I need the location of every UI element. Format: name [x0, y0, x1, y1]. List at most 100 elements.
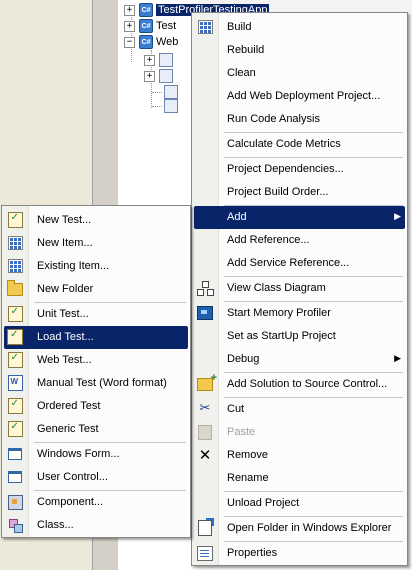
menu-item-label: Component... [37, 496, 104, 508]
expand-plus-icon[interactable]: + [144, 54, 155, 66]
paste-icon [197, 424, 213, 440]
menu-item-run-code-analysis[interactable]: Run Code Analysis [194, 108, 405, 131]
menu-item-project-dependencies[interactable]: Project Dependencies... [194, 158, 405, 181]
submenu-item-new-item[interactable]: New Item... [4, 232, 188, 255]
submenu-item-ordered-test[interactable]: Ordered Test [4, 395, 188, 418]
project-icon: C# [139, 35, 153, 49]
menu-item-start-memory-profiler[interactable]: Start Memory Profiler [194, 302, 405, 325]
submenu-item-user-control[interactable]: User Control... [4, 466, 188, 489]
menu-item-label: Debug [227, 353, 260, 365]
project-context-menu: Build Rebuild Clean Add Web Deployment P… [191, 12, 408, 566]
class-diagram-icon [197, 280, 214, 296]
tree-line [152, 106, 162, 107]
folder-node-icon [159, 53, 173, 67]
submenu-item-new-test[interactable]: New Test... [4, 209, 188, 232]
existing-item-icon [7, 258, 23, 274]
menu-item-add-solution-to-source-control[interactable]: Add Solution to Source Control... [194, 372, 405, 396]
menu-item-label: Set as StartUp Project [227, 330, 336, 342]
menu-item-rebuild[interactable]: Rebuild [194, 39, 405, 62]
tree-item-test[interactable]: + C# Test [124, 18, 176, 34]
menu-item-debug[interactable]: Debug ▶ [194, 348, 405, 371]
submenu-arrow-icon: ▶ [394, 211, 401, 221]
new-test-icon [7, 212, 23, 228]
add-source-control-icon [197, 372, 217, 392]
tree-child-node[interactable]: + [144, 68, 173, 84]
windows-form-icon [7, 446, 23, 462]
memory-profiler-icon [197, 305, 213, 321]
menu-item-unload-project[interactable]: Unload Project [194, 492, 405, 515]
menu-item-paste[interactable]: Paste [194, 421, 405, 444]
submenu-item-windows-form[interactable]: Windows Form... [4, 443, 188, 466]
menu-item-cut[interactable]: ✂ Cut [194, 398, 405, 421]
tree-child-node[interactable] [164, 98, 178, 114]
menu-item-project-build-order[interactable]: Project Build Order... [194, 181, 405, 204]
menu-item-label: Add Service Reference... [227, 257, 350, 269]
menu-item-label: Open Folder in Windows Explorer [227, 522, 392, 534]
submenu-item-load-test[interactable]: Load Test... [4, 326, 188, 349]
menu-item-label: Generic Test [37, 423, 99, 435]
menu-item-label: Start Memory Profiler [227, 307, 331, 319]
tree-item-web[interactable]: − C# Web [124, 34, 178, 50]
menu-item-label: Windows Form... [37, 448, 120, 460]
project-icon: C# [139, 3, 153, 17]
expand-plus-icon[interactable]: + [124, 20, 135, 32]
submenu-item-component[interactable]: Component... [4, 491, 188, 514]
menu-item-view-class-diagram[interactable]: View Class Diagram [194, 277, 405, 300]
menu-item-remove[interactable]: ✕ Remove [194, 444, 405, 467]
menu-item-open-folder-in-windows-explorer[interactable]: Open Folder in Windows Explorer [194, 517, 405, 540]
remove-x-icon: ✕ [198, 446, 212, 464]
submenu-item-class[interactable]: Class... [4, 514, 188, 537]
properties-icon [197, 545, 213, 561]
menu-item-label: Existing Item... [37, 260, 110, 272]
expand-plus-icon[interactable]: + [124, 4, 135, 16]
menu-item-label: Class... [37, 519, 74, 531]
menu-item-label: New Test... [37, 214, 92, 226]
menu-item-set-as-startup-project[interactable]: Set as StartUp Project [194, 325, 405, 348]
file-node-icon [164, 85, 178, 99]
tree-child-node[interactable]: + [144, 52, 173, 68]
submenu-item-existing-item[interactable]: Existing Item... [4, 255, 188, 278]
menu-item-label: Run Code Analysis [227, 113, 320, 125]
menu-item-add-reference[interactable]: Add Reference... [194, 229, 405, 252]
generic-test-icon [7, 421, 23, 437]
tree-item-label: Web [156, 36, 179, 48]
open-folder-icon [197, 518, 214, 536]
menu-item-properties[interactable]: Properties [194, 542, 405, 565]
submenu-item-new-folder[interactable]: New Folder [4, 278, 188, 301]
folder-node-icon [159, 69, 173, 83]
menu-item-label: Remove [227, 449, 268, 461]
unit-test-icon [7, 306, 23, 322]
folder-icon [7, 279, 23, 297]
menu-item-add-service-reference[interactable]: Add Service Reference... [194, 252, 405, 275]
menu-item-label: User Control... [37, 471, 108, 483]
file-node-icon [164, 99, 178, 113]
menu-item-build[interactable]: Build [194, 16, 405, 39]
load-test-icon [7, 329, 23, 345]
expand-plus-icon[interactable]: + [144, 70, 155, 82]
submenu-item-web-test[interactable]: Web Test... [4, 349, 188, 372]
menu-item-label: Cut [227, 403, 245, 415]
menu-item-clean[interactable]: Clean [194, 62, 405, 85]
menu-item-calculate-code-metrics[interactable]: Calculate Code Metrics [194, 133, 405, 156]
user-control-icon [7, 469, 23, 485]
new-item-icon [7, 235, 23, 251]
add-submenu: New Test... New Item... Existing Item...… [1, 205, 191, 538]
menu-item-add-web-deployment-project[interactable]: Add Web Deployment Project... [194, 85, 405, 108]
menu-item-rename[interactable]: Rename [194, 467, 405, 490]
menu-item-label: Add Reference... [227, 234, 310, 246]
menu-item-label: Project Build Order... [227, 186, 329, 198]
menu-item-label: Calculate Code Metrics [227, 138, 341, 150]
submenu-item-unit-test[interactable]: Unit Test... [4, 303, 188, 326]
tree-line [152, 92, 162, 93]
ordered-test-icon [7, 398, 23, 414]
menu-item-add[interactable]: Add ▶ [194, 206, 405, 229]
submenu-item-manual-test-word[interactable]: Manual Test (Word format) [4, 372, 188, 395]
submenu-item-generic-test[interactable]: Generic Test [4, 418, 188, 441]
menu-item-label: View Class Diagram [227, 282, 326, 294]
menu-item-label: Web Test... [37, 354, 92, 366]
menu-item-label: Paste [227, 426, 256, 438]
component-icon [7, 494, 23, 510]
menu-item-label: Unload Project [227, 497, 300, 509]
menu-item-label: Load Test... [37, 331, 94, 343]
collapse-minus-icon[interactable]: − [124, 36, 135, 48]
